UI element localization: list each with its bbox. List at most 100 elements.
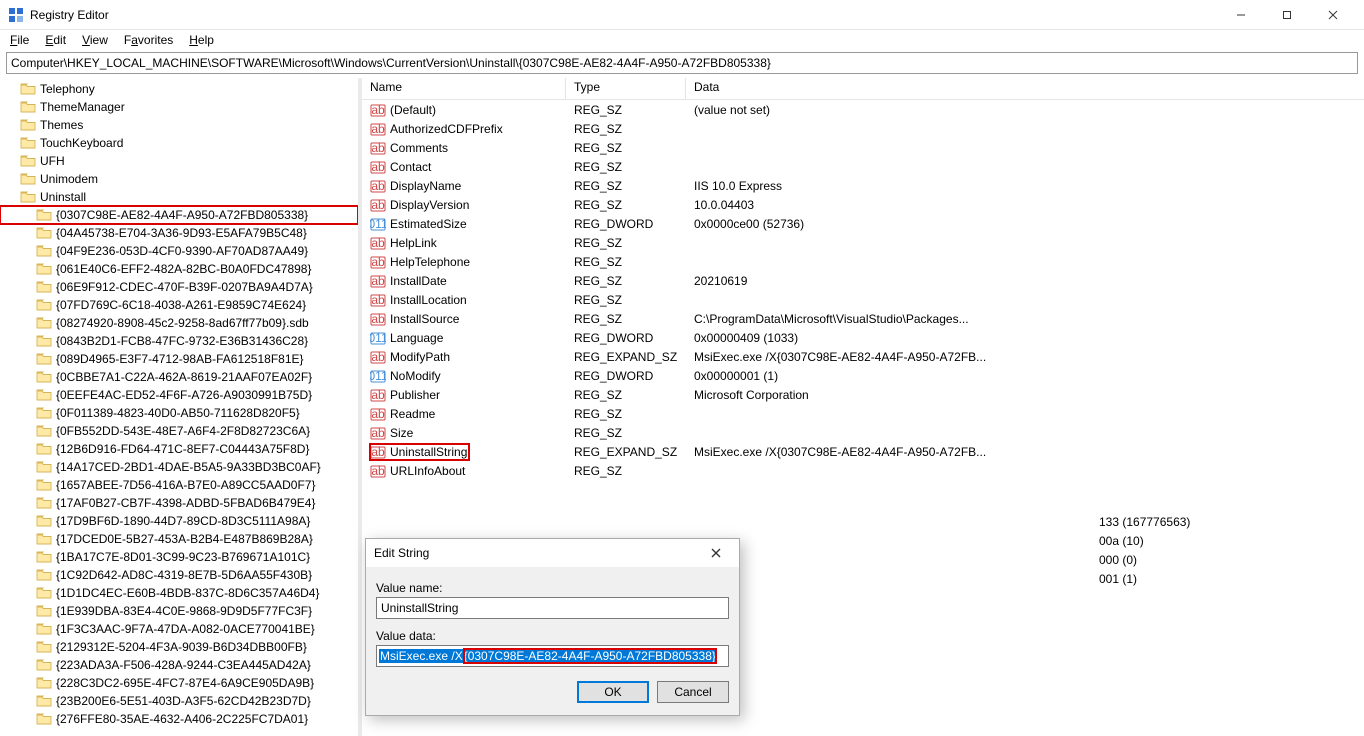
value-row[interactable]: abDisplayNameREG_SZIIS 10.0 Express [362,176,1364,195]
folder-icon [20,172,36,186]
minimize-button[interactable] [1218,0,1264,30]
window-title: Registry Editor [30,8,1218,22]
tree-key[interactable]: Unimodem [0,170,358,188]
dialog-titlebar[interactable]: Edit String [366,539,739,567]
value-row[interactable]: ab(Default)REG_SZ(value not set) [362,100,1364,119]
value-row[interactable]: abContactREG_SZ [362,157,1364,176]
tree-key[interactable]: {276FFE80-35AE-4632-A406-2C225FC7DA01} [0,710,358,728]
tree-key[interactable]: {1C92D642-AD8C-4319-8E7B-5D6AA55F430B} [0,566,358,584]
value-type: REG_SZ [566,426,686,440]
close-button[interactable] [1310,0,1356,30]
tree-key[interactable]: {0FB552DD-543E-48E7-A6F4-2F8D82723C6A} [0,422,358,440]
value-icon: 011 [370,330,386,346]
col-name[interactable]: Name [362,78,566,99]
tree-key-label: {0EEFE4AC-ED52-4F6F-A726-A9030991B75D} [56,388,312,402]
tree-key[interactable]: {17D9BF6D-1890-44D7-89CD-8D3C5111A98A} [0,512,358,530]
value-row[interactable]: abHelpLinkREG_SZ [362,233,1364,252]
value-name: (Default) [390,103,436,117]
tree-key[interactable]: {0CBBE7A1-C22A-462A-8619-21AAF07EA02F} [0,368,358,386]
tree-key[interactable]: {17AF0B27-CB7F-4398-ADBD-5FBAD6B479E4} [0,494,358,512]
tree-key[interactable]: {06E9F912-CDEC-470F-B39F-0207BA9A4D7A} [0,278,358,296]
tree-key[interactable]: Themes [0,116,358,134]
value-data: 0x0000ce00 (52736) [686,217,1364,231]
tree-key[interactable]: {1D1DC4EC-E60B-4BDB-837C-8D6C357A46D4} [0,584,358,602]
tree-key[interactable]: {1BA17C7E-8D01-3C99-9C23-B769671A101C} [0,548,358,566]
tree-key[interactable]: {061E40C6-EFF2-482A-82BC-B0A0FDC47898} [0,260,358,278]
tree-key[interactable]: {223ADA3A-F506-428A-9244-C3EA445AD42A} [0,656,358,674]
menu-file[interactable]: File [4,31,35,49]
col-type[interactable]: Type [566,78,686,99]
tree-key[interactable]: {1657ABEE-7D56-416A-B7E0-A89CC5AAD0F7} [0,476,358,494]
tree-key[interactable]: {12B6D916-FD64-471C-8EF7-C04443A75F8D} [0,440,358,458]
tree-key-label: {17D9BF6D-1890-44D7-89CD-8D3C5111A98A} [56,514,310,528]
tree-key[interactable]: {1F3C3AAC-9F7A-47DA-A082-0ACE770041BE} [0,620,358,638]
value-row[interactable]: abUninstallStringREG_EXPAND_SZMsiExec.ex… [362,442,1364,461]
value-row[interactable]: abReadmeREG_SZ [362,404,1364,423]
folder-icon [20,154,36,168]
value-row[interactable]: 011NoModifyREG_DWORD0x00000001 (1) [362,366,1364,385]
value-icon: 011 [370,368,386,384]
tree-key[interactable]: Uninstall [0,188,358,206]
menu-help[interactable]: Help [183,31,220,49]
col-data[interactable]: Data [686,78,1364,99]
svg-text:ab: ab [371,426,385,440]
dialog-close-button[interactable] [701,541,731,565]
tree-key-selected[interactable]: {0307C98E-AE82-4A4F-A950-A72FBD805338} [0,206,358,224]
tree-key[interactable]: {0EEFE4AC-ED52-4F6F-A726-A9030991B75D} [0,386,358,404]
value-row[interactable]: abInstallSourceREG_SZC:\ProgramData\Micr… [362,309,1364,328]
tree-key[interactable]: UFH [0,152,358,170]
value-row[interactable]: abURLInfoAboutREG_SZ [362,461,1364,480]
tree-key[interactable]: {17DCED0E-5B27-453A-B2B4-E487B869B28A} [0,530,358,548]
value-row[interactable]: abCommentsREG_SZ [362,138,1364,157]
value-name: EstimatedSize [390,217,467,231]
svg-text:011: 011 [370,331,386,345]
value-row[interactable]: abModifyPathREG_EXPAND_SZMsiExec.exe /X{… [362,347,1364,366]
value-row[interactable]: 011EstimatedSizeREG_DWORD0x0000ce00 (527… [362,214,1364,233]
value-name-field[interactable] [376,597,729,619]
tree-key[interactable]: {0843B2D1-FCB8-47FC-9732-E36B31436C28} [0,332,358,350]
ok-button[interactable]: OK [577,681,649,703]
menu-favorites[interactable]: Favorites [118,31,179,49]
tree-key[interactable]: ThemeManager [0,98,358,116]
tree-key[interactable]: {2129312E-5204-4F3A-9039-B6D34DBB00FB} [0,638,358,656]
tree-key[interactable]: Telephony [0,80,358,98]
tree-key[interactable]: TouchKeyboard [0,134,358,152]
value-row[interactable]: abSizeREG_SZ [362,423,1364,442]
folder-icon [36,298,52,312]
value-data: 0x00000409 (1033) [686,331,1364,345]
svg-text:ab: ab [371,350,385,364]
tree-key[interactable]: {04F9E236-053D-4CF0-9390-AF70AD87AA49} [0,242,358,260]
value-data-field[interactable]: MsiExec.exe /X{0307C98E-AE82-4A4F-A950-A… [376,645,729,667]
tree-key[interactable]: {23B200E6-5E51-403D-A3F5-62CD42B23D7D} [0,692,358,710]
tree-key[interactable]: {07FD769C-6C18-4038-A261-E9859C74E624} [0,296,358,314]
maximize-button[interactable] [1264,0,1310,30]
value-row[interactable]: abInstallDateREG_SZ20210619 [362,271,1364,290]
value-row[interactable]: abHelpTelephoneREG_SZ [362,252,1364,271]
key-tree[interactable]: TelephonyThemeManagerThemesTouchKeyboard… [0,78,362,736]
value-row[interactable]: abAuthorizedCDFPrefixREG_SZ [362,119,1364,138]
menu-view[interactable]: View [76,31,114,49]
value-icon: ab [370,159,386,175]
tree-key[interactable]: {04A45738-E704-3A36-9D93-E5AFA79B5C48} [0,224,358,242]
svg-text:ab: ab [371,407,385,421]
value-type: REG_SZ [566,255,686,269]
tree-key[interactable]: {089D4965-E3F7-4712-98AB-FA612518F81E} [0,350,358,368]
tree-key[interactable]: {0F011389-4823-40D0-AB50-711628D820F5} [0,404,358,422]
value-row[interactable]: abDisplayVersionREG_SZ10.0.04403 [362,195,1364,214]
cancel-button[interactable]: Cancel [657,681,729,703]
svg-text:ab: ab [371,236,385,250]
menu-edit[interactable]: Edit [39,31,72,49]
value-row[interactable]: abPublisherREG_SZMicrosoft Corporation [362,385,1364,404]
value-type: REG_SZ [566,198,686,212]
value-row[interactable]: abInstallLocationREG_SZ [362,290,1364,309]
tree-key[interactable]: {1E939DBA-83E4-4C0E-9868-9D9D5F77FC3F} [0,602,358,620]
value-row[interactable]: 011LanguageREG_DWORD0x00000409 (1033) [362,328,1364,347]
address-bar[interactable]: Computer\HKEY_LOCAL_MACHINE\SOFTWARE\Mic… [6,52,1358,74]
tree-key-label: {06E9F912-CDEC-470F-B39F-0207BA9A4D7A} [56,280,313,294]
tree-key[interactable]: {228C3DC2-695E-4FC7-87E4-6A9CE905DA9B} [0,674,358,692]
tree-key-label: {061E40C6-EFF2-482A-82BC-B0A0FDC47898} [56,262,311,276]
menu-bar: File Edit View Favorites Help [0,30,1364,50]
tree-key[interactable]: {14A17CED-2BD1-4DAE-B5A5-9A33BD3BC0AF} [0,458,358,476]
tree-key[interactable]: {08274920-8908-45c2-9258-8ad67ff77b09}.s… [0,314,358,332]
svg-text:ab: ab [371,445,385,459]
